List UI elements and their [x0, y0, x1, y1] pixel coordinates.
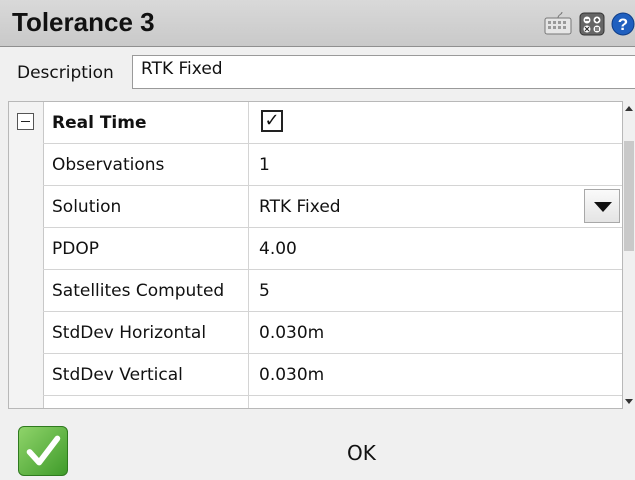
row-pdop[interactable]: PDOP 4.00: [43, 228, 622, 270]
grid-gutter: [9, 102, 44, 408]
property-name: Constellation Average: [43, 396, 249, 408]
grid-scrollbar[interactable]: [623, 101, 635, 409]
scroll-thumb[interactable]: [624, 141, 634, 251]
row-constellation-average[interactable]: Constellation Average 5: [43, 396, 622, 408]
property-name: PDOP: [43, 228, 249, 269]
row-stddev-vertical[interactable]: StdDev Vertical 0.030m: [43, 354, 622, 396]
description-input[interactable]: RTK Fixed: [132, 55, 635, 89]
solution-value: RTK Fixed: [259, 197, 341, 217]
calculator-icon[interactable]: [578, 12, 606, 36]
observations-value[interactable]: 1: [249, 144, 622, 185]
stddev-horizontal-value[interactable]: 0.030m: [249, 312, 622, 353]
constellation-average-value[interactable]: 5: [249, 396, 622, 408]
group-header-label: Real Time: [43, 102, 249, 143]
satellites-computed-value[interactable]: 5: [249, 270, 622, 311]
property-name: Observations: [43, 144, 249, 185]
property-name: StdDev Vertical: [43, 354, 249, 395]
scroll-up-arrow-icon[interactable]: [625, 106, 633, 111]
property-name: Satellites Computed: [43, 270, 249, 311]
row-solution[interactable]: Solution RTK Fixed: [43, 186, 622, 228]
help-glyph: ?: [618, 15, 628, 34]
title-bar: Tolerance 3 ?: [0, 0, 635, 47]
checkmark-icon[interactable]: [18, 426, 68, 476]
keyboard-icon[interactable]: [544, 12, 572, 36]
pdop-value[interactable]: 4.00: [249, 228, 622, 269]
help-icon[interactable]: ?: [610, 12, 635, 36]
footer-bar: OK: [0, 412, 635, 480]
property-name: StdDev Horizontal: [43, 312, 249, 353]
collapse-icon[interactable]: [17, 113, 34, 130]
scroll-down-arrow-icon[interactable]: [625, 399, 633, 404]
property-name: Solution: [43, 186, 249, 227]
solution-dropdown-button[interactable]: [584, 189, 620, 223]
property-grid: Real Time ✓ Observations 1 Solution RTK …: [8, 101, 623, 409]
row-stddev-horizontal[interactable]: StdDev Horizontal 0.030m: [43, 312, 622, 354]
group-header-real-time: Real Time ✓: [43, 102, 622, 144]
window-title: Tolerance 3: [12, 7, 155, 37]
stddev-vertical-value[interactable]: 0.030m: [249, 354, 622, 395]
row-satellites-computed[interactable]: Satellites Computed 5: [43, 270, 622, 312]
description-label: Description: [17, 63, 114, 83]
solution-value-cell[interactable]: RTK Fixed: [249, 186, 622, 227]
real-time-checkbox[interactable]: ✓: [261, 110, 283, 132]
row-observations[interactable]: Observations 1: [43, 144, 622, 186]
real-time-value-cell: ✓: [249, 102, 622, 143]
ok-button[interactable]: OK: [347, 441, 376, 465]
